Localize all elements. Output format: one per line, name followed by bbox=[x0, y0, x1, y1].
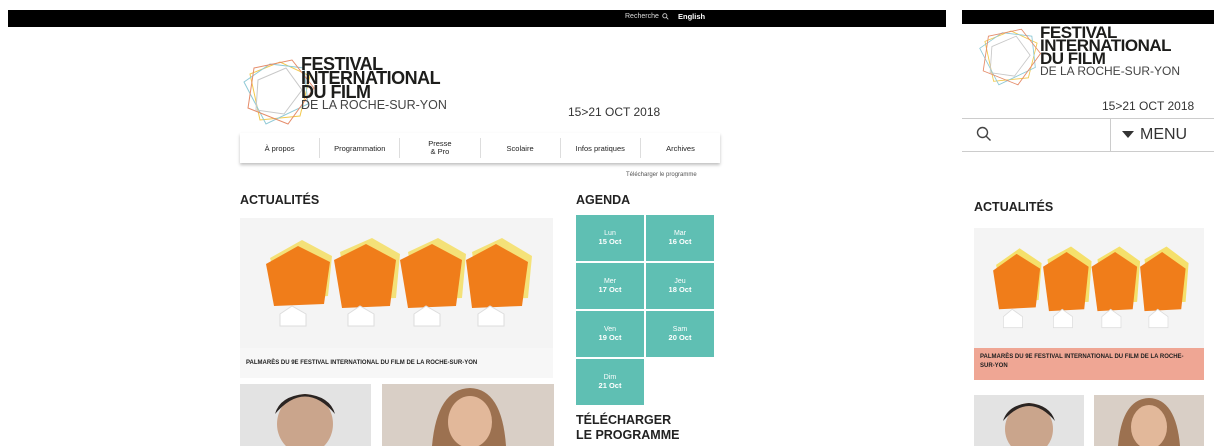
nav-item-label: Presse & Pro bbox=[428, 139, 452, 156]
agenda-day-lun[interactable]: Lun 15 Oct bbox=[576, 215, 644, 261]
main-nav: À propos Programmation Presse & Pro Scol… bbox=[240, 133, 720, 163]
news-photo-man[interactable] bbox=[240, 384, 371, 446]
festival-logo-icon[interactable] bbox=[976, 24, 1046, 90]
nav-item-archives[interactable]: Archives bbox=[641, 138, 720, 158]
news-card[interactable] bbox=[974, 228, 1204, 348]
program-line1: TÉLÉCHARGER bbox=[576, 413, 672, 427]
mobile-nav-bar: MENU bbox=[962, 118, 1214, 152]
nav-item-presse-pro[interactable]: Presse & Pro bbox=[400, 138, 481, 158]
news-photo-man[interactable] bbox=[974, 395, 1084, 446]
program-line2: LE PROGRAMME bbox=[576, 428, 680, 442]
download-program-heading[interactable]: TÉLÉCHARGER LE PROGRAMME bbox=[576, 413, 679, 443]
festival-dates: 15>21 OCT 2018 bbox=[1102, 99, 1195, 113]
news-caption[interactable]: PALMARÈS DU 9E FESTIVAL INTERNATIONAL DU… bbox=[974, 348, 1204, 380]
festival-dates: 15>21 OCT 2018 bbox=[568, 105, 661, 119]
agenda-day-date: 17 Oct bbox=[598, 285, 622, 294]
top-bar: Recherche English bbox=[8, 10, 946, 27]
portrait-image bbox=[1003, 403, 1055, 446]
agenda-day-ven[interactable]: Ven 19 Oct bbox=[576, 311, 644, 357]
agenda-day-dim[interactable]: Dim 21 Oct bbox=[576, 359, 644, 405]
nav-item-label: Archives bbox=[666, 143, 695, 153]
search-label: Recherche bbox=[625, 13, 659, 20]
portrait-image bbox=[1118, 398, 1180, 446]
nav-item-label: Scolaire bbox=[506, 143, 534, 153]
nav-item-infos-pratiques[interactable]: Infos pratiques bbox=[561, 138, 641, 158]
nav-item-label: Infos pratiques bbox=[575, 143, 625, 153]
mobile-view: FESTIVAL INTERNATIONAL DU FILM DE LA ROC… bbox=[962, 10, 1214, 446]
agenda-day-date: 21 Oct bbox=[598, 381, 622, 390]
nav-item-a-propos[interactable]: À propos bbox=[240, 138, 321, 158]
menu-button[interactable]: MENU bbox=[1122, 126, 1187, 144]
menu-label: MENU bbox=[1140, 126, 1188, 143]
agenda-day-mar[interactable]: Mar 16 Oct bbox=[646, 215, 714, 261]
desktop-view: Recherche English FESTIVAL INTERNATIONAL… bbox=[8, 10, 946, 446]
nav-item-scolaire[interactable]: Scolaire bbox=[481, 138, 561, 158]
news-heading: ACTUALITÉS bbox=[240, 193, 320, 207]
nav-divider bbox=[1110, 119, 1111, 151]
agenda-day-mer[interactable]: Mer 17 Oct bbox=[576, 263, 644, 309]
agenda-day-date: 18 Oct bbox=[668, 285, 692, 294]
news-heading: ACTUALITÉS bbox=[974, 200, 1054, 214]
mobile-top-bar bbox=[962, 10, 1214, 24]
festival-title[interactable]: FESTIVAL INTERNATIONAL DU FILM DE LA ROC… bbox=[301, 55, 447, 112]
trophy-image bbox=[974, 228, 1204, 348]
news-photo-woman[interactable] bbox=[1094, 395, 1204, 446]
agenda-day-date: 15 Oct bbox=[598, 237, 622, 246]
portrait-image bbox=[275, 394, 335, 446]
search-icon[interactable] bbox=[976, 126, 992, 142]
agenda-day-sam[interactable]: Sam 20 Oct bbox=[646, 311, 714, 357]
download-program-link[interactable]: Télécharger le programme bbox=[626, 172, 697, 178]
nav-item-label: Programmation bbox=[334, 143, 386, 153]
festival-title[interactable]: FESTIVAL INTERNATIONAL DU FILM DE LA ROC… bbox=[1040, 24, 1181, 78]
festival-line4: DE LA ROCHE-SUR-YON bbox=[1040, 64, 1181, 78]
trophy-image bbox=[240, 218, 553, 348]
nav-item-label: À propos bbox=[264, 143, 295, 153]
agenda-day-date: 16 Oct bbox=[668, 237, 692, 246]
agenda-day-date: 20 Oct bbox=[668, 333, 692, 342]
agenda-day-date: 19 Oct bbox=[598, 333, 622, 342]
news-photo-woman[interactable] bbox=[382, 384, 554, 446]
search-icon bbox=[662, 13, 669, 20]
language-link[interactable]: English bbox=[678, 12, 705, 21]
agenda-heading: AGENDA bbox=[576, 193, 631, 207]
news-card[interactable]: PALMARÈS DU 9E FESTIVAL INTERNATIONAL DU… bbox=[240, 218, 553, 378]
caret-down-icon bbox=[1122, 131, 1134, 138]
search-link[interactable]: Recherche bbox=[625, 13, 669, 20]
portrait-image bbox=[432, 388, 506, 446]
nav-item-programmation[interactable]: Programmation bbox=[320, 138, 401, 158]
news-caption: PALMARÈS DU 9E FESTIVAL INTERNATIONAL DU… bbox=[240, 348, 553, 378]
festival-line4: DE LA ROCHE-SUR-YON bbox=[301, 98, 447, 112]
agenda-day-jeu[interactable]: Jeu 18 Oct bbox=[646, 263, 714, 309]
